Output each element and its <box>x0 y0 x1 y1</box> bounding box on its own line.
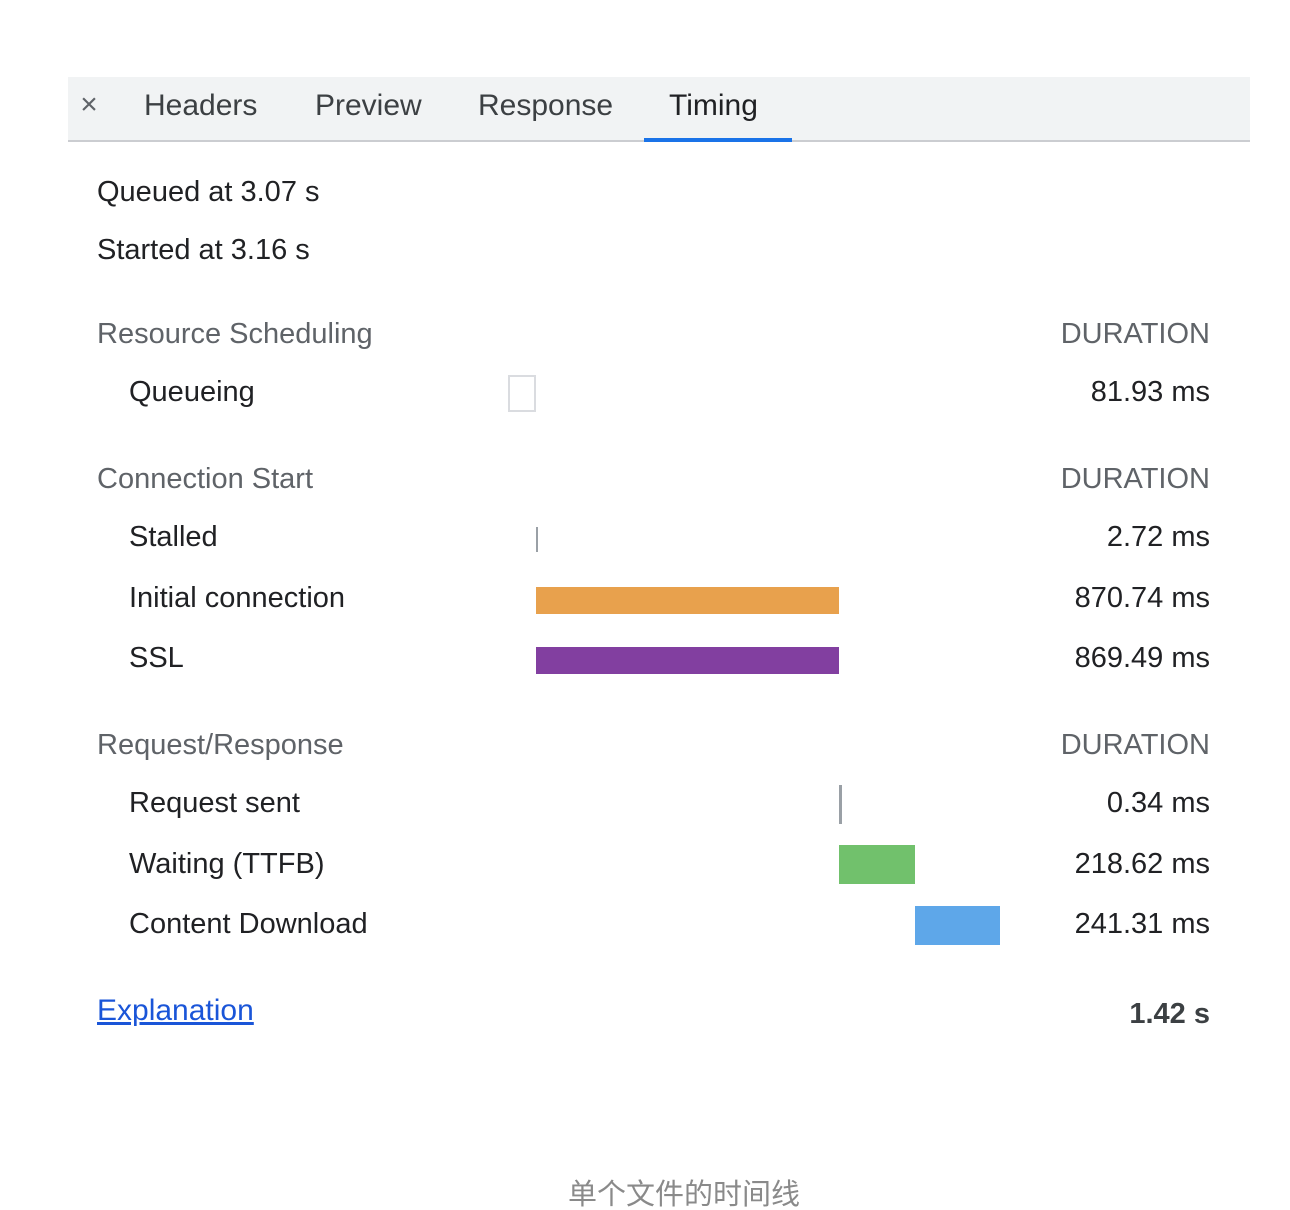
duration-header: DURATION <box>1060 729 1210 761</box>
row-value-ssl: 869.49 ms <box>1074 642 1210 674</box>
row-value-request-sent: 0.34 ms <box>1106 787 1210 819</box>
explanation-link[interactable]: Explanation <box>97 993 254 1029</box>
stalled-bar <box>536 527 538 552</box>
waiting-ttfb-bar <box>839 845 915 884</box>
row-label-initial-connection: Initial connection <box>129 582 346 614</box>
ssl-bar <box>536 647 839 674</box>
section-title-request-response: Request/Response <box>97 729 344 761</box>
tab-response[interactable]: Response <box>478 86 613 126</box>
figure-caption: 单个文件的时间线 <box>567 1177 800 1210</box>
queued-at-text: Queued at 3.07 s <box>97 176 320 208</box>
row-value-initial-connection: 870.74 ms <box>1074 582 1210 614</box>
row-label-request-sent: Request sent <box>129 787 300 819</box>
started-at-text: Started at 3.16 s <box>97 234 310 266</box>
duration-header: DURATION <box>1060 318 1210 350</box>
tab-preview[interactable]: Preview <box>315 86 422 126</box>
section-title-resource-scheduling: Resource Scheduling <box>97 318 373 350</box>
tab-headers[interactable]: Headers <box>144 86 257 126</box>
timing-panel: × Headers Preview Response Timing Queued… <box>0 0 1290 1210</box>
duration-header: DURATION <box>1060 463 1210 495</box>
initial-connection-bar <box>536 587 839 614</box>
row-label-stalled: Stalled <box>129 521 218 553</box>
content-download-bar <box>915 906 1000 945</box>
row-value-queueing: 81.93 ms <box>1090 376 1210 408</box>
row-label-content-download: Content Download <box>129 908 368 940</box>
queueing-bar <box>508 375 536 412</box>
row-value-content-download: 241.31 ms <box>1074 908 1210 940</box>
section-title-connection-start: Connection Start <box>97 463 314 495</box>
tab-timing[interactable]: Timing <box>669 86 758 126</box>
close-icon[interactable]: × <box>76 88 102 122</box>
row-value-waiting-ttfb: 218.62 ms <box>1074 848 1210 880</box>
request-sent-bar <box>839 785 842 824</box>
total-duration: 1.42 s <box>1129 998 1210 1030</box>
row-label-queueing: Queueing <box>129 376 255 408</box>
row-label-waiting-ttfb: Waiting (TTFB) <box>129 848 325 880</box>
row-label-ssl: SSL <box>129 642 184 674</box>
active-tab-indicator <box>644 138 792 142</box>
row-value-stalled: 2.72 ms <box>1106 521 1210 553</box>
